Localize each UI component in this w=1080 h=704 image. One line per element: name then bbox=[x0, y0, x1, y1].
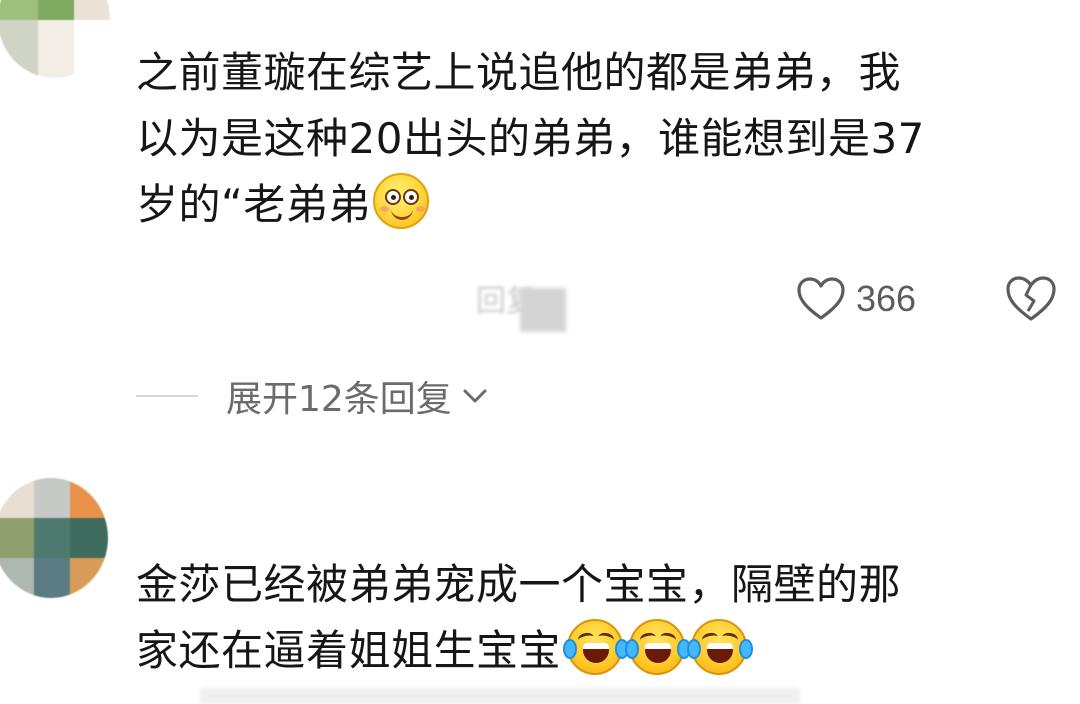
avatar-pixel bbox=[34, 518, 70, 558]
avatar-pixel bbox=[0, 20, 38, 78]
avatar-pixel bbox=[38, 0, 74, 20]
tear-shape bbox=[563, 639, 578, 659]
like-count: 366 bbox=[856, 278, 917, 319]
comment-text: 之前董璇在综艺上说追他的都是弟弟，我 以为是这种20出头的弟弟，谁能想到是37 … bbox=[136, 40, 925, 238]
comment-line: 以为是这种20出头的弟弟，谁能想到是37 bbox=[136, 114, 925, 163]
blush-shape bbox=[379, 206, 389, 212]
tear-shape bbox=[739, 639, 754, 659]
comment-line: 金莎已经被弟弟宠成一个宝宝，隔壁的那 bbox=[136, 560, 902, 609]
comment-text: 金莎已经被弟弟宠成一个宝宝，隔壁的那 家还在逼着姐姐生宝宝 bbox=[136, 552, 901, 684]
like-button[interactable]: 366 bbox=[796, 272, 916, 326]
smile-emoji-icon bbox=[372, 173, 429, 229]
expand-replies-label: 展开12条回复 bbox=[226, 379, 452, 420]
laugh-cry-emoji-icon bbox=[563, 619, 630, 675]
mouth-shape bbox=[707, 643, 734, 663]
avatar-pixel bbox=[0, 518, 34, 558]
comment-line-text: 家还在逼着姐姐生宝宝 bbox=[136, 626, 562, 675]
avatar-pixel bbox=[70, 518, 108, 558]
comment-line-text: 岁的“老弟弟 bbox=[136, 180, 371, 229]
comment-line: 岁的“老弟弟 bbox=[136, 172, 925, 238]
avatar-pixel bbox=[74, 0, 110, 20]
mouth-shape bbox=[390, 205, 413, 220]
avatar-pixel bbox=[0, 478, 34, 518]
dislike-button[interactable] bbox=[1004, 274, 1058, 324]
broken-heart-icon bbox=[1006, 276, 1056, 321]
mouth-shape bbox=[645, 643, 672, 663]
avatar-pixel bbox=[0, 558, 34, 598]
eye-shape bbox=[402, 189, 419, 205]
mouth-shape bbox=[583, 643, 610, 663]
comment-screen: 之前董璇在综艺上说追他的都是弟弟，我 以为是这种20出头的弟弟，谁能想到是37 … bbox=[0, 0, 1080, 704]
eye-shape bbox=[384, 189, 401, 205]
avatar-pixel bbox=[34, 558, 70, 598]
avatar-pixel bbox=[34, 478, 70, 518]
avatar-pixel bbox=[38, 20, 74, 78]
blurred-region bbox=[520, 288, 566, 332]
tear-shape bbox=[687, 639, 702, 659]
chevron-down-icon bbox=[463, 389, 487, 403]
expand-replies-button[interactable]: 展开12条回复 bbox=[136, 368, 490, 424]
comment-line: 家还在逼着姐姐生宝宝 bbox=[136, 618, 901, 684]
divider-line bbox=[136, 395, 198, 397]
heart-icon bbox=[797, 277, 845, 320]
comment-line: 之前董璇在综艺上说追他的都是弟弟，我 bbox=[136, 48, 902, 97]
blurred-region bbox=[200, 688, 800, 704]
laugh-cry-emoji-icon bbox=[625, 619, 692, 675]
laugh-cry-emoji-icon bbox=[687, 619, 754, 675]
avatar-pixel bbox=[0, 0, 38, 20]
avatar-pixel bbox=[70, 558, 108, 598]
tear-shape bbox=[625, 639, 640, 659]
avatar[interactable] bbox=[0, 0, 110, 78]
blush-shape bbox=[415, 206, 425, 212]
avatar-pixel bbox=[74, 20, 110, 78]
avatar-pixel bbox=[70, 478, 108, 518]
avatar[interactable] bbox=[0, 478, 108, 598]
